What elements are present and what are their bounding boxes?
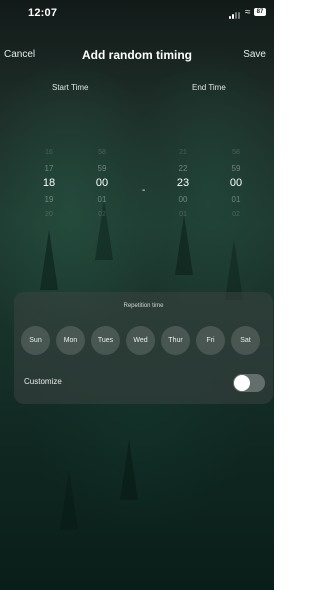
day-button-sun[interactable]: Sun xyxy=(21,326,50,355)
picker-value: 01 xyxy=(231,194,241,204)
start-minute-picker[interactable]: 58 59 00 01 02 xyxy=(87,145,117,223)
picker-value: 21 xyxy=(179,149,187,156)
tree-decoration xyxy=(120,440,138,500)
repetition-label: Repetition time xyxy=(123,303,164,309)
tree-decoration xyxy=(225,240,243,300)
end-time-label: End Time xyxy=(192,83,226,92)
toggle-knob xyxy=(234,375,250,391)
day-button-thur[interactable]: Thur xyxy=(161,326,190,355)
day-button-fri[interactable]: Fri xyxy=(196,326,225,355)
battery-icon: 87 xyxy=(254,8,266,16)
wifi-icon: ≈ xyxy=(245,7,251,18)
page-title: Add random timing xyxy=(82,48,192,62)
picker-value: 17 xyxy=(44,163,54,173)
picker-value: 01 xyxy=(97,194,107,204)
status-bar: 12:07 ≈ 87 xyxy=(0,0,274,26)
day-button-sat[interactable]: Sat xyxy=(231,326,260,355)
picker-value: 22 xyxy=(178,163,188,173)
picker-value: 58 xyxy=(98,149,106,156)
picker-value: 00 xyxy=(178,194,188,204)
picker-value: 20 xyxy=(45,211,53,219)
day-button-mon[interactable]: Mon xyxy=(56,326,85,355)
nav-bar: Cancel Add random timing Save xyxy=(0,45,274,67)
save-button[interactable]: Save xyxy=(243,49,266,60)
status-time: 12:07 xyxy=(28,7,58,19)
picker-value-selected: 00 xyxy=(229,177,243,190)
start-time-label: Start Time xyxy=(52,83,89,92)
picker-value: 02 xyxy=(98,211,106,219)
tree-decoration xyxy=(175,215,193,275)
end-hour-picker[interactable]: 21 22 23 00 01 xyxy=(168,145,198,223)
picker-value: 01 xyxy=(179,211,187,219)
day-button-wed[interactable]: Wed xyxy=(126,326,155,355)
customize-toggle[interactable] xyxy=(233,374,265,392)
picker-value: 19 xyxy=(44,194,54,204)
repetition-panel: Repetition time Sun Mon Tues Wed Thur Fr… xyxy=(14,292,273,404)
tree-decoration xyxy=(40,230,58,290)
tree-decoration xyxy=(60,470,78,530)
picker-value-selected: 23 xyxy=(176,177,190,190)
screen: 12:07 ≈ 87 Cancel Add random timing Save… xyxy=(0,0,274,590)
end-minute-picker[interactable]: 58 59 00 01 02 xyxy=(221,145,251,223)
customize-label: Customize xyxy=(24,377,62,386)
picker-value: 16 xyxy=(45,149,53,156)
picker-value: 59 xyxy=(97,163,107,173)
picker-value: 58 xyxy=(232,149,240,156)
picker-value: 59 xyxy=(231,163,241,173)
day-selector: Sun Mon Tues Wed Thur Fri Sat xyxy=(21,326,260,355)
picker-value: 02 xyxy=(232,211,240,219)
time-range-separator: - xyxy=(142,185,146,196)
picker-value-selected: 00 xyxy=(95,177,109,190)
start-hour-picker[interactable]: 16 17 18 19 20 xyxy=(34,145,64,223)
day-button-tues[interactable]: Tues xyxy=(91,326,120,355)
picker-value-selected: 18 xyxy=(42,177,56,190)
signal-icon xyxy=(229,12,241,19)
